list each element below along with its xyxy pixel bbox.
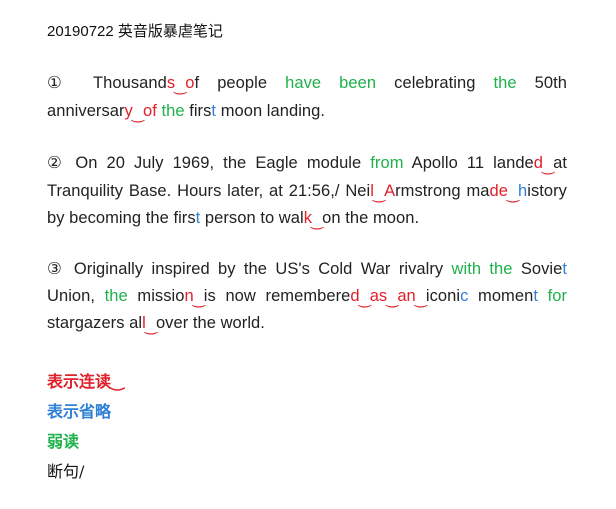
legend-weak-form: 弱读 xyxy=(47,432,80,451)
linked-letter: de xyxy=(489,181,508,200)
text-segment: person to wal xyxy=(200,209,304,227)
text-segment: f people xyxy=(194,74,286,92)
weak-form-text: with the xyxy=(451,260,513,278)
weak-form-text: for xyxy=(547,286,568,305)
legend-elision: 表示省略 xyxy=(47,402,112,421)
text-segment: Apollo 11 lande xyxy=(403,154,534,172)
linked-letter: o xyxy=(185,74,195,92)
text-segment: missio xyxy=(127,286,185,305)
text-segment: over the world. xyxy=(155,314,265,332)
text-segment: Thousand xyxy=(75,74,167,92)
weak-form-text: the xyxy=(493,74,517,92)
text-segment: Union, xyxy=(47,286,105,305)
linking-mark: ‿ xyxy=(542,158,555,175)
linking-mark: ‿ xyxy=(372,185,386,203)
weak-form-text: have been xyxy=(285,74,377,92)
text-segment: momen xyxy=(468,286,534,305)
linking-mark: ‿ xyxy=(358,290,371,308)
text-segment: on the moon. xyxy=(322,209,420,227)
paragraph-2: ② On 20 July 1969, the Eagle module from… xyxy=(47,150,567,233)
text-segment: rmstrong ma xyxy=(395,181,490,200)
weak-form-text: the xyxy=(104,286,128,305)
legend-pause: 断句/ xyxy=(47,462,85,481)
text-segment: stargazers al xyxy=(47,314,143,332)
elided-letter: t xyxy=(562,260,568,278)
paragraph-number: ③ xyxy=(47,260,66,278)
linked-letter: of xyxy=(142,101,157,120)
linked-letter: an xyxy=(397,286,416,305)
text-segment: Originally inspired by the US's Cold War… xyxy=(65,260,452,278)
text-segment: celebrating xyxy=(376,74,494,92)
weak-form-text: from xyxy=(370,154,404,172)
linking-mark: ‿ xyxy=(386,290,399,308)
text-segment xyxy=(538,287,548,305)
paragraph-number: ① xyxy=(47,74,76,92)
paragraph-3: ③ Originally inspired by the US's Cold W… xyxy=(47,256,567,338)
text-segment: is now remembere xyxy=(203,286,351,305)
page-title: 20190722 英音版暴虐笔记 xyxy=(47,23,223,40)
linking-mark: ‿ xyxy=(414,290,427,308)
linking-mark: ‿ xyxy=(311,213,324,230)
linked-letter: as xyxy=(369,286,388,305)
legend-linking: 表示连读‿ xyxy=(47,372,124,391)
text-segment: firs xyxy=(184,101,212,120)
linking-mark: ‿ xyxy=(144,318,157,335)
linked-letter: A xyxy=(384,181,396,200)
linking-mark: ‿ xyxy=(506,185,520,203)
text-segment: iconi xyxy=(425,286,461,305)
linking-mark: ‿ xyxy=(174,78,187,95)
weak-form-text: the xyxy=(161,101,185,120)
text-segment: On 20 July 1969, the Eagle module xyxy=(66,154,371,172)
linking-mark: ‿ xyxy=(192,290,205,308)
linking-mark: ‿ xyxy=(131,105,144,123)
text-segment: Sovie xyxy=(512,260,563,278)
elided-letter: h xyxy=(518,181,528,200)
text-segment: moon landing. xyxy=(216,101,326,120)
paragraph-1: ① Thousands‿of people have been celebrat… xyxy=(47,70,567,125)
paragraph-number: ② xyxy=(47,154,67,172)
